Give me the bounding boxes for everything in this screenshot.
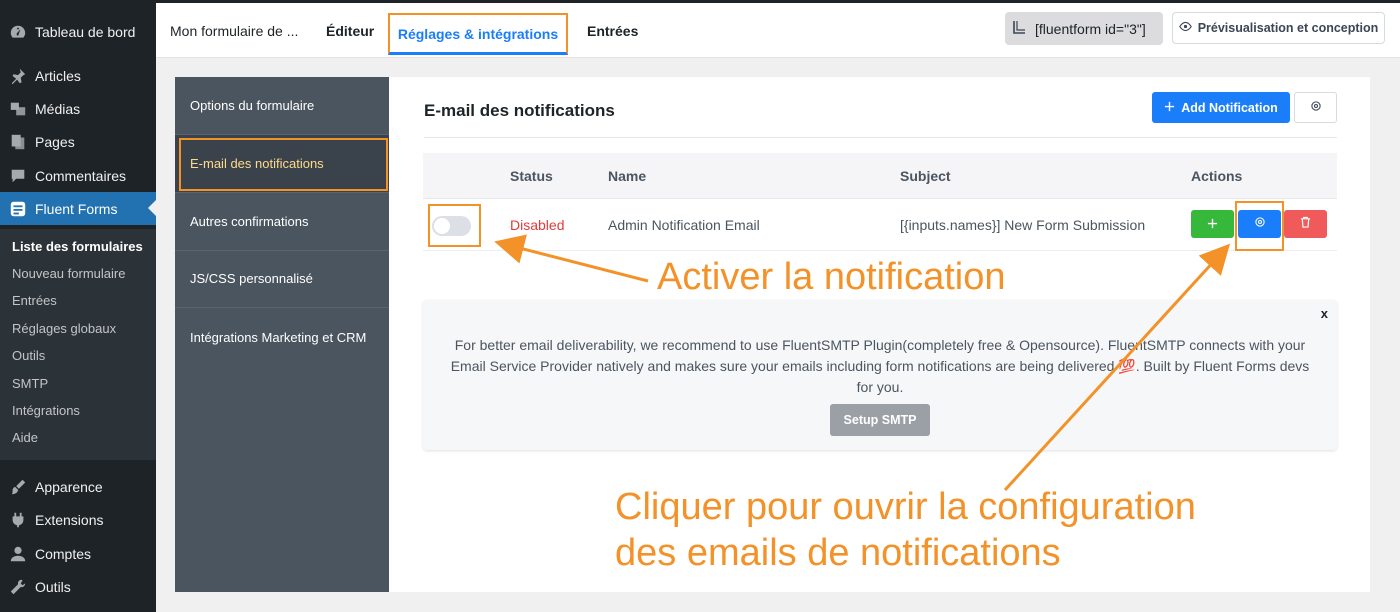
menu-label: Tableau de bord — [35, 23, 136, 40]
gear-icon — [1254, 215, 1266, 233]
notice-text: For better email deliverability, we reco… — [450, 337, 1310, 395]
menu-dashboard[interactable]: Tableau de bord — [0, 15, 156, 48]
menu-label: Extensions — [35, 511, 104, 528]
copy-icon — [1011, 19, 1027, 38]
submenu-tools[interactable]: Outils — [12, 348, 45, 363]
submenu-forms-list[interactable]: Liste des formulaires — [12, 239, 143, 254]
notification-toggle[interactable] — [432, 216, 471, 236]
menu-appearance[interactable]: Apparence — [0, 470, 156, 503]
nav-custom-css-js[interactable]: JS/CSS personnalisé — [175, 250, 389, 308]
menu-extensions[interactable]: Extensions — [0, 503, 156, 536]
eye-icon — [1178, 20, 1192, 36]
form-name: Mon formulaire de ... — [170, 22, 299, 39]
duplicate-button[interactable] — [1191, 210, 1234, 238]
submenu-integrations[interactable]: Intégrations — [12, 403, 80, 418]
annotation-toggle-label: Activer la notification — [657, 256, 1006, 298]
tab-settings-integrations[interactable]: Réglages & intégrations — [388, 13, 568, 55]
wp-admin-sidebar: Tableau de bord Articles Médias Pages Co… — [0, 0, 156, 612]
smtp-notice: x For better email deliverability, we re… — [423, 300, 1337, 450]
nav-other-confirmations[interactable]: Autres confirmations — [175, 193, 389, 251]
settings-nav: Options du formulaire E-mail des notific… — [175, 77, 389, 592]
table-row: Disabled Admin Notification Email [{inpu… — [423, 199, 1337, 251]
preview-design-button[interactable]: Prévisualisation et conception — [1172, 12, 1385, 44]
plus-icon — [1164, 101, 1175, 115]
menu-tools[interactable]: Outils — [0, 570, 156, 603]
submenu-global-settings[interactable]: Réglages globaux — [12, 321, 116, 336]
menu-label: Articles — [35, 67, 81, 84]
gear-icon — [1310, 99, 1322, 117]
user-icon — [0, 545, 35, 563]
brush-icon — [0, 478, 35, 496]
column-actions: Actions — [1191, 168, 1243, 184]
page-title: E-mail des notifications — [424, 101, 615, 120]
add-notification-button[interactable]: Add Notification — [1152, 92, 1290, 123]
annotation-config-line1: Cliquer pour ouvrir la configuration — [615, 486, 1196, 528]
notification-name: Admin Notification Email — [608, 217, 760, 233]
media-icon — [0, 100, 35, 118]
status-badge: Disabled — [510, 217, 565, 233]
fluent-forms-submenu: Liste des formulaires Nouveau formulaire… — [0, 229, 156, 460]
menu-label: Commentaires — [35, 167, 127, 184]
close-icon[interactable]: x — [1321, 306, 1328, 321]
plugin-icon — [0, 511, 35, 529]
settings-gear-button[interactable] — [1294, 92, 1337, 123]
menu-label: Médias — [35, 100, 81, 117]
divider — [424, 137, 1337, 138]
shortcode-copy[interactable]: [fluentform id="3"] — [1005, 12, 1163, 45]
shortcode-text: [fluentform id="3"] — [1035, 20, 1146, 37]
tab-entries[interactable]: Entrées — [587, 3, 638, 58]
column-name: Name — [608, 168, 647, 184]
menu-pages[interactable]: Pages — [0, 125, 156, 158]
menu-label: Outils — [35, 578, 71, 595]
pages-icon — [0, 133, 35, 151]
menu-medias[interactable]: Médias — [0, 92, 156, 125]
table-header: Status Name Subject Actions — [423, 153, 1337, 199]
submenu-new-form[interactable]: Nouveau formulaire — [12, 266, 125, 281]
nav-form-options[interactable]: Options du formulaire — [175, 77, 389, 135]
menu-label: Pages — [35, 133, 75, 150]
preview-label: Prévisualisation et conception — [1197, 21, 1379, 35]
plus-icon — [1207, 216, 1218, 233]
menu-accounts[interactable]: Comptes — [0, 537, 156, 570]
pin-icon — [0, 67, 35, 85]
menu-label: Comptes — [35, 545, 92, 562]
setup-smtp-button[interactable]: Setup SMTP — [830, 404, 930, 436]
wrench-icon — [0, 578, 35, 596]
trash-icon — [1300, 215, 1311, 233]
submenu-entries[interactable]: Entrées — [12, 293, 57, 308]
comments-icon — [0, 167, 35, 185]
menu-articles[interactable]: Articles — [0, 59, 156, 92]
menu-label: Fluent Forms — [35, 200, 118, 217]
form-header-bar: Mon formulaire de ... Éditeur Réglages &… — [156, 0, 1400, 58]
annotation-config-line2: des emails de notifications — [615, 532, 1061, 574]
menu-comments[interactable]: Commentaires — [0, 159, 156, 192]
submenu-smtp[interactable]: SMTP — [12, 376, 48, 391]
column-status: Status — [510, 168, 553, 184]
submenu-help[interactable]: Aide — [12, 430, 38, 445]
nav-email-notifications[interactable]: E-mail des notifications — [175, 135, 389, 193]
add-notification-label: Add Notification — [1181, 100, 1278, 115]
column-subject: Subject — [900, 168, 951, 184]
delete-button[interactable] — [1284, 210, 1327, 238]
nav-marketing-crm[interactable]: Intégrations Marketing et CRM — [175, 308, 389, 366]
menu-fluent-forms[interactable]: Fluent Forms — [0, 192, 156, 225]
notification-subject: [{inputs.names}] New Form Submission — [900, 217, 1146, 233]
edit-settings-button[interactable] — [1238, 210, 1281, 238]
dashboard-icon — [0, 23, 35, 41]
forms-icon — [0, 200, 35, 218]
tab-editor[interactable]: Éditeur — [326, 3, 374, 58]
menu-label: Apparence — [35, 478, 103, 495]
